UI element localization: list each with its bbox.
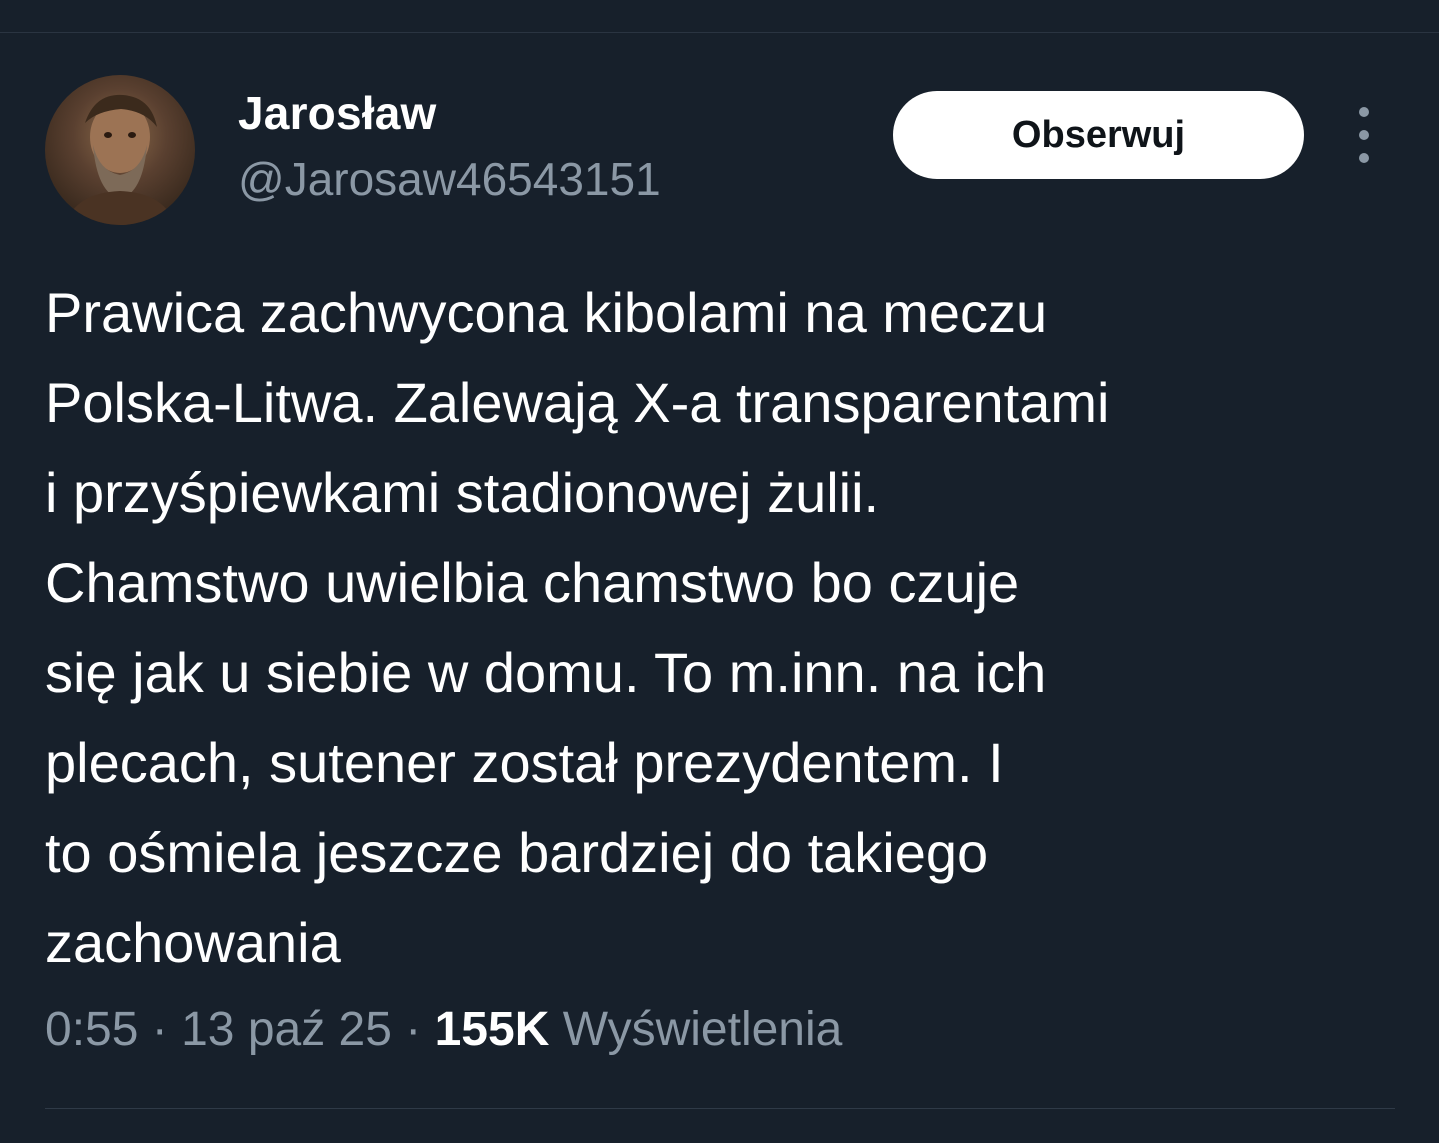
tweet-text-line: Chamstwo uwielbia chamstwo bo czuje [45, 551, 1020, 614]
tweet-text-line: zachowania [45, 911, 341, 974]
tweet-text-line: plecach, sutener został prezydentem. I [45, 731, 1004, 794]
tweet-meta: 0:55 · 13 paź 25 · 155K Wyświetlenia [45, 1002, 842, 1057]
tweet-text-line: i przyśpiewkami stadionowej żulii. [45, 461, 880, 524]
author-display-name[interactable]: Jarosław [238, 86, 437, 140]
more-options-button[interactable] [1344, 107, 1384, 163]
tweet-text-line: Polska-Litwa. Zalewają X-a transparentam… [45, 371, 1110, 434]
more-vertical-icon-dot [1359, 153, 1369, 163]
tweet-time[interactable]: 0:55 [45, 1003, 138, 1056]
more-vertical-icon-dot [1359, 130, 1369, 140]
follow-button[interactable]: Obserwuj [893, 91, 1304, 179]
avatar[interactable] [45, 75, 195, 225]
top-divider [0, 32, 1439, 33]
more-vertical-icon [1359, 107, 1369, 117]
meta-separator: · [151, 1003, 168, 1056]
author-handle[interactable]: @Jarosaw46543151 [238, 152, 661, 206]
tweet-text-line: się jak u siebie w domu. To m.inn. na ic… [45, 641, 1047, 704]
tweet-text: Prawica zachwycona kibolami na meczu Pol… [45, 268, 1405, 988]
tweet-screen: Jarosław @Jarosaw46543151 Obserwuj Prawi… [0, 0, 1439, 1143]
tweet-text-line: to ośmiela jeszcze bardziej do takiego [45, 821, 989, 884]
meta-separator: · [405, 1003, 422, 1056]
bottom-divider [45, 1108, 1395, 1109]
views-label[interactable]: Wyświetlenia [563, 1003, 843, 1056]
tweet-date[interactable]: 13 paź 25 [181, 1003, 392, 1056]
avatar-portrait [65, 94, 175, 225]
tweet-text-line: Prawica zachwycona kibolami na meczu [45, 281, 1048, 344]
views-count[interactable]: 155K [435, 1003, 550, 1056]
